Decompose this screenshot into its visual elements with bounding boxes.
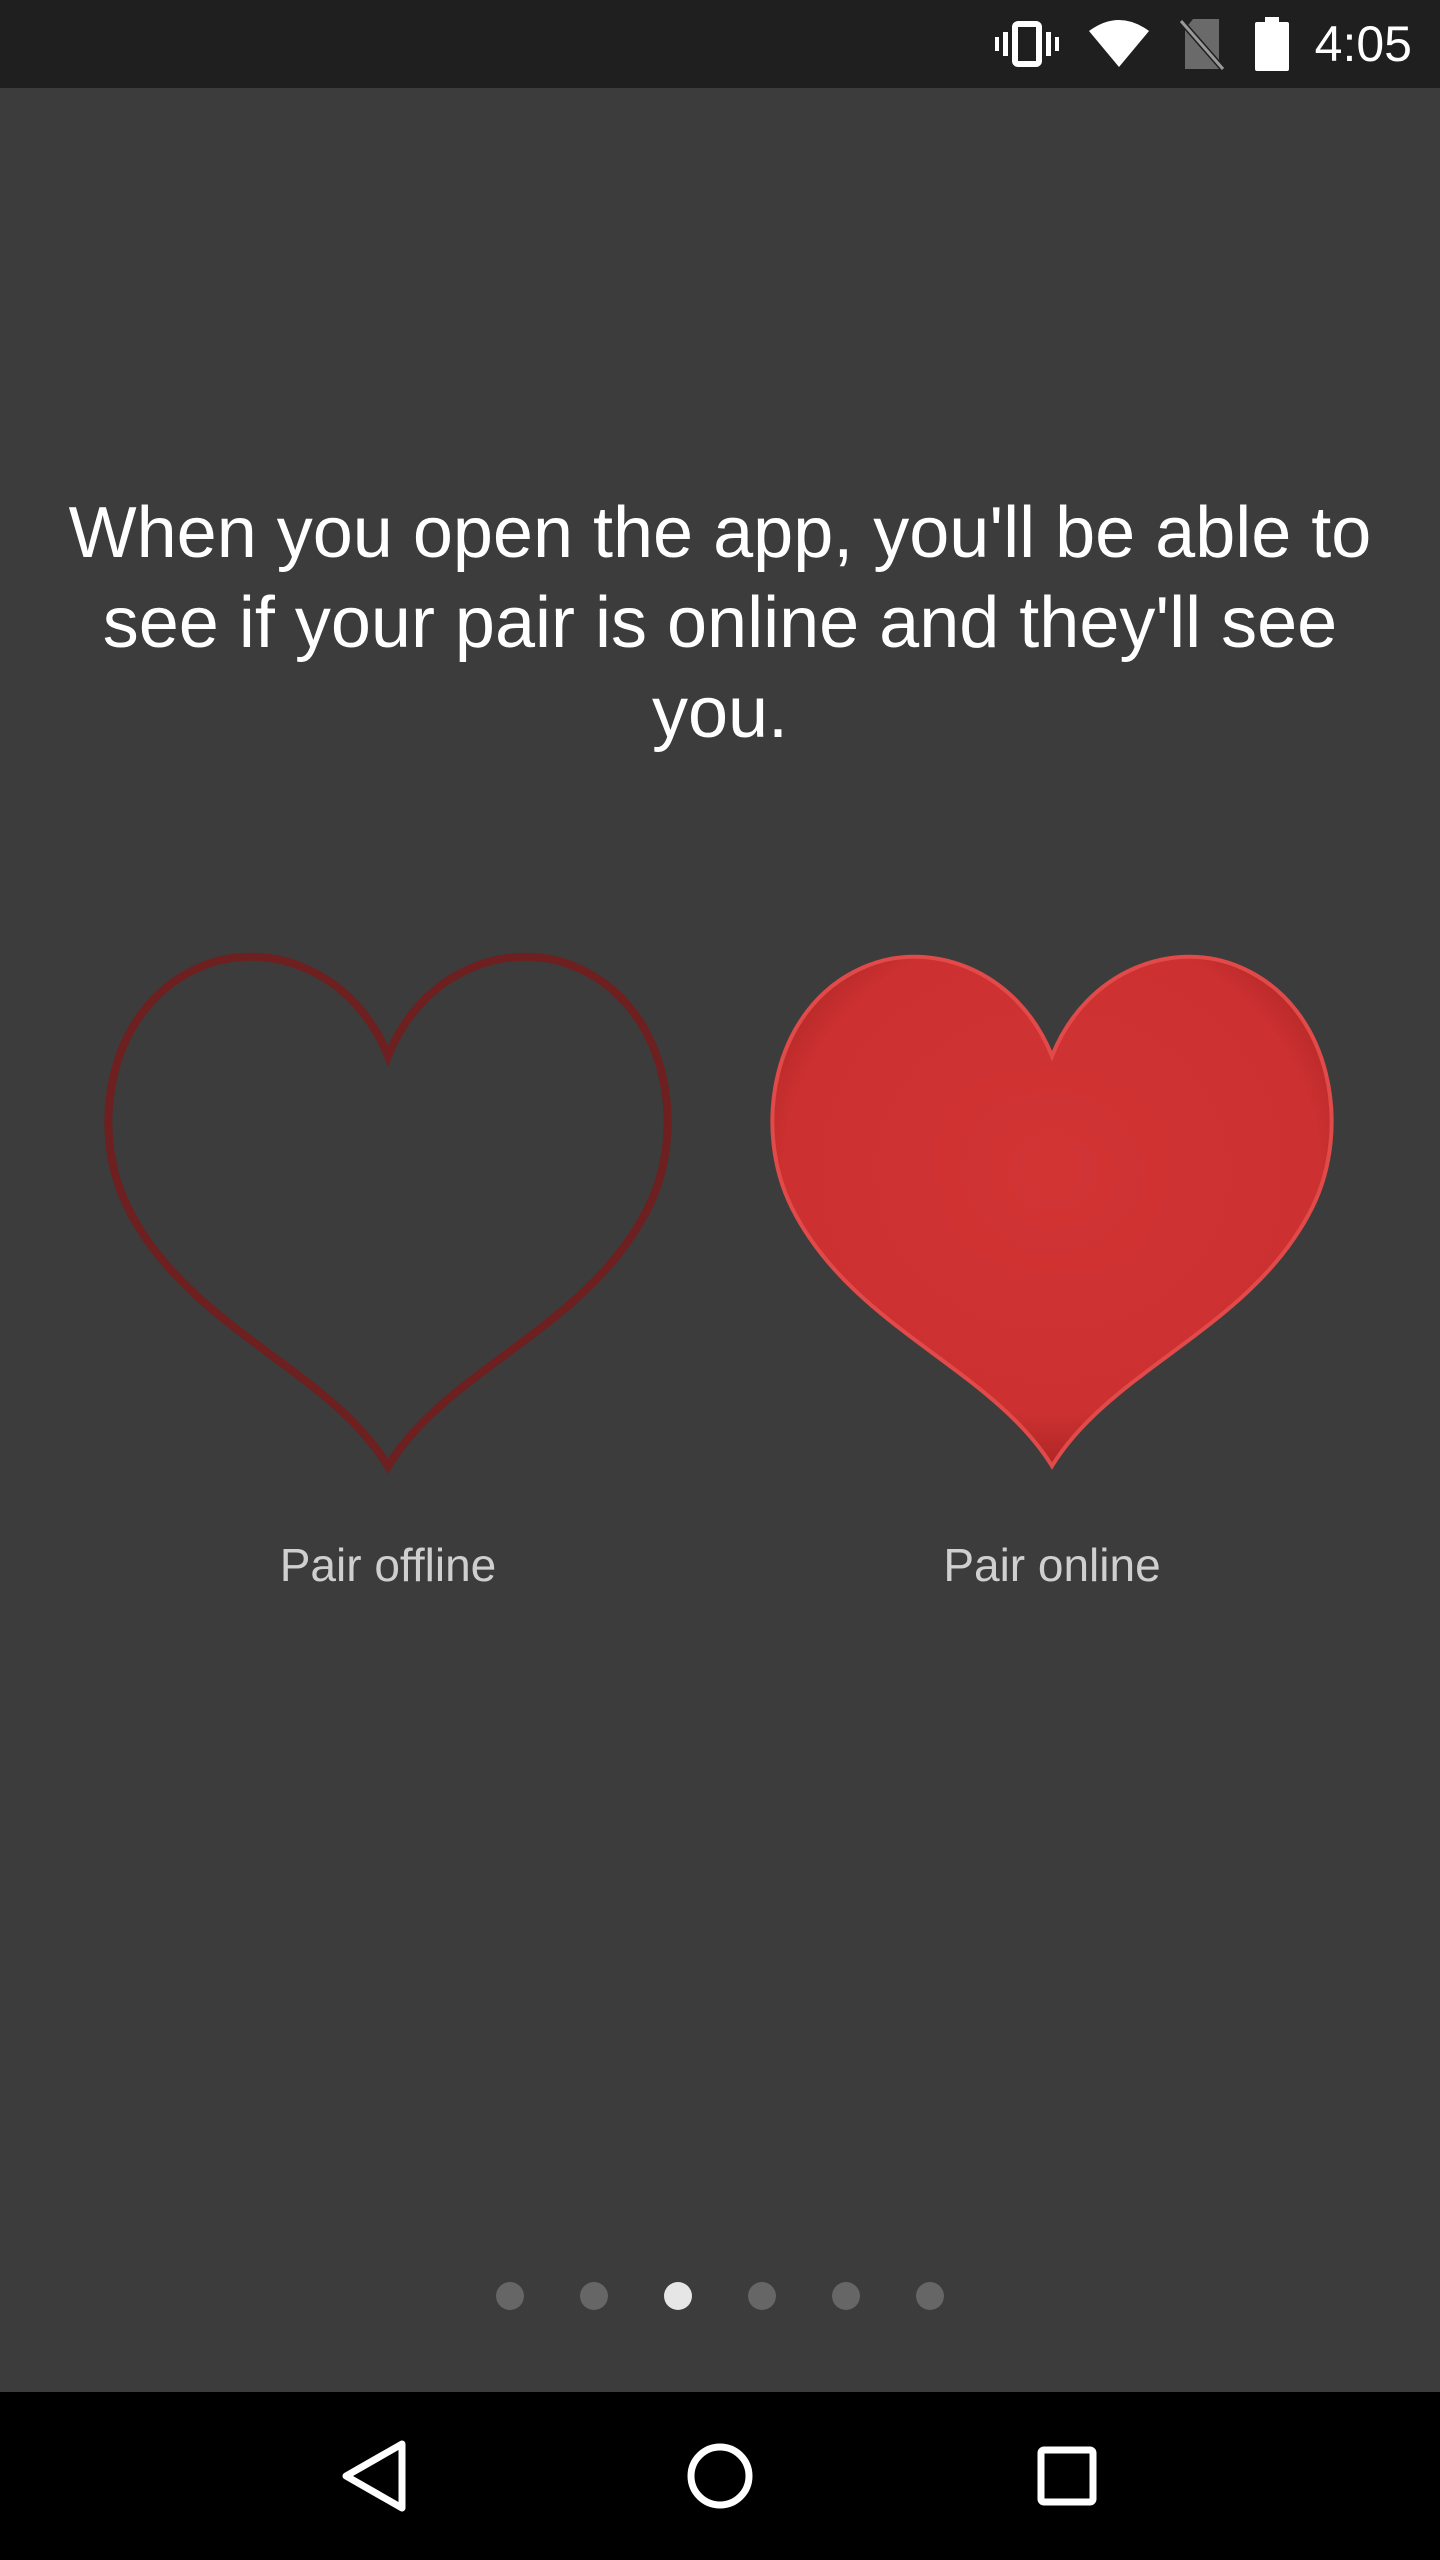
- onboarding-headline: When you open the app, you'll be able to…: [68, 493, 1372, 753]
- home-button[interactable]: [660, 2416, 780, 2536]
- page-dot-6[interactable]: [916, 2282, 944, 2310]
- page-indicator: [0, 2282, 1440, 2310]
- pair-offline-card: Pair offline: [68, 938, 708, 1592]
- page-dot-2[interactable]: [580, 2282, 608, 2310]
- pair-online-card: Pair online: [732, 938, 1372, 1592]
- pair-offline-label: Pair offline: [279, 1539, 497, 1591]
- heart-outline-icon: [104, 952, 672, 1474]
- page-dot-4[interactable]: [748, 2282, 776, 2310]
- battery-icon: [1254, 17, 1289, 71]
- no-sim-icon: [1178, 17, 1225, 71]
- recents-button[interactable]: [1007, 2416, 1127, 2536]
- vibrate-icon: [994, 20, 1059, 68]
- back-button[interactable]: [313, 2416, 433, 2536]
- heart-filled-icon: [770, 954, 1334, 1470]
- navigation-bar: [0, 2392, 1440, 2560]
- page-dot-5[interactable]: [832, 2282, 860, 2310]
- wifi-icon: [1088, 19, 1149, 69]
- pair-online-label: Pair online: [943, 1539, 1161, 1591]
- page-dot-3-active[interactable]: [664, 2282, 692, 2310]
- status-time: 4:05: [1314, 16, 1412, 72]
- recents-icon: [1037, 2446, 1097, 2506]
- page-dot-1[interactable]: [496, 2282, 524, 2310]
- back-icon: [342, 2440, 406, 2512]
- home-icon: [687, 2443, 753, 2509]
- onboarding-page[interactable]: When you open the app, you'll be able to…: [0, 88, 1440, 2392]
- status-bar: 4:05: [0, 0, 1440, 88]
